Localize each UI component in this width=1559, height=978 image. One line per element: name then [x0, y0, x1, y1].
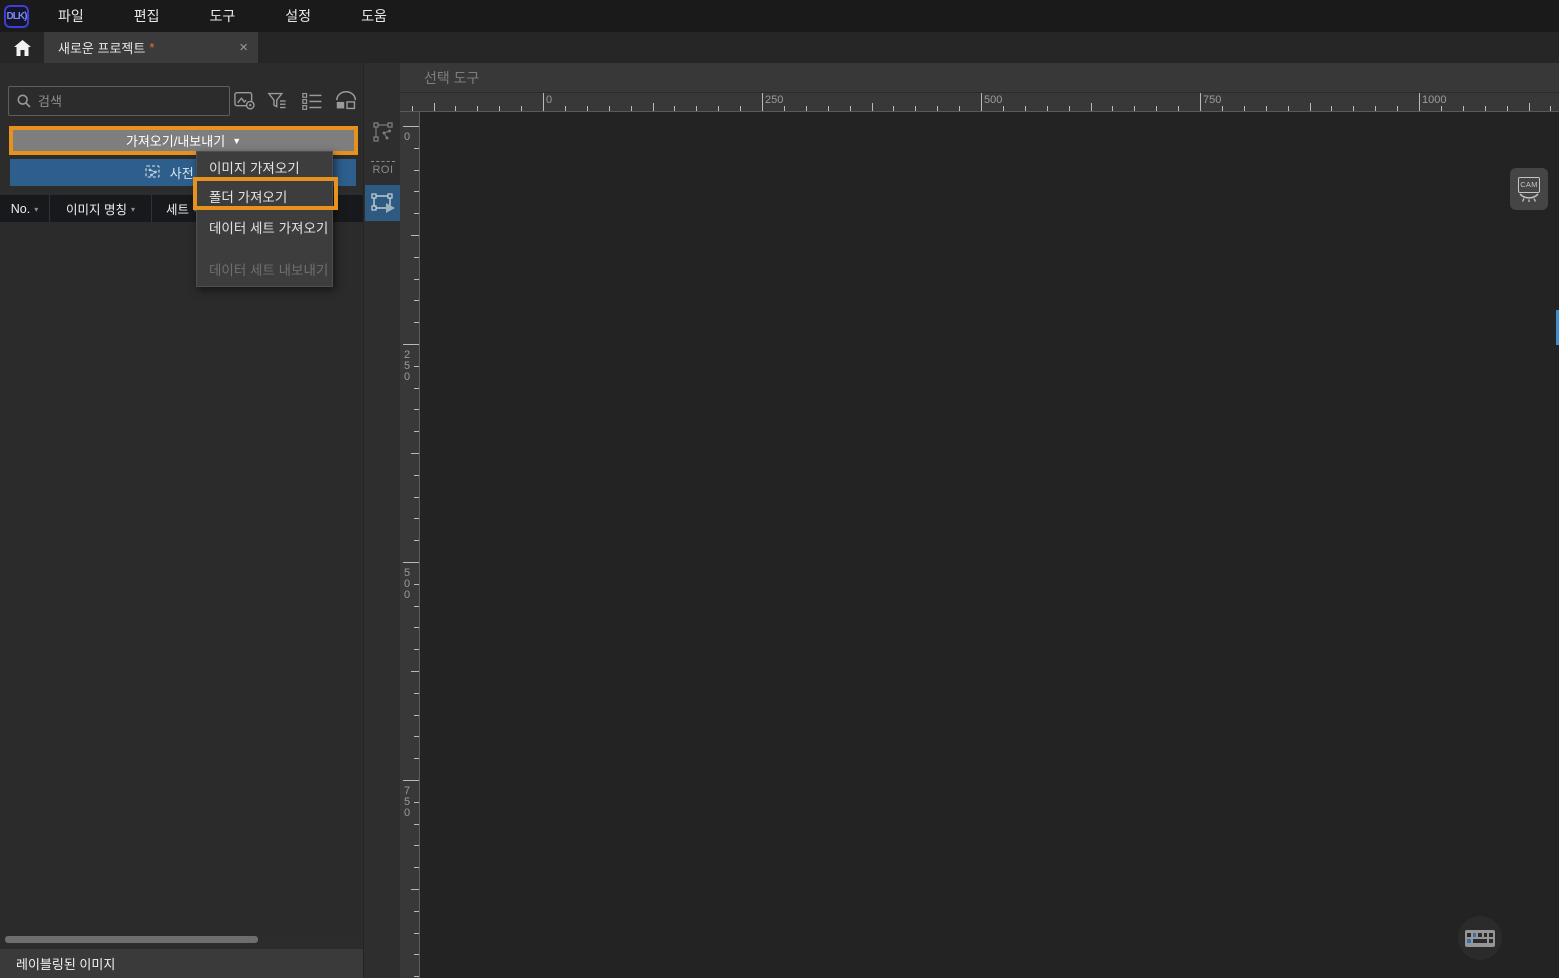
camera-hide-button[interactable]: CAM	[1510, 168, 1548, 210]
app-logo: DLK)	[4, 5, 29, 28]
menu-item-import-folder[interactable]: 폴더 가져오기	[197, 181, 332, 210]
labeled-images-footer: 레이블링된 이미지	[0, 949, 363, 978]
column-image-name-label: 이미지 명칭	[66, 199, 127, 218]
column-no-label: No.	[11, 202, 30, 216]
image-table-rows[interactable]	[0, 222, 363, 936]
roi-icon: ROI	[371, 161, 394, 176]
search-box[interactable]	[8, 86, 230, 116]
home-button[interactable]	[0, 32, 44, 63]
canvas-toolbar: 선택 도구	[400, 63, 1559, 93]
search-input[interactable]	[38, 94, 198, 109]
chevron-down-icon: ▼	[232, 136, 241, 146]
model-network-icon	[145, 165, 162, 180]
sort-caret-icon: ▾	[131, 205, 135, 214]
menu-edit[interactable]: 편집	[120, 0, 174, 32]
panel-toolbar	[234, 87, 358, 115]
canvas-tool-title: 선택 도구	[424, 68, 479, 88]
column-no[interactable]: No. ▾	[0, 195, 50, 222]
keyboard-icon	[1465, 930, 1495, 947]
column-set-label: 세트	[166, 199, 189, 218]
menu-tools[interactable]: 도구	[196, 0, 250, 32]
import-export-button[interactable]: 가져오기/내보내기 ▼	[13, 130, 354, 151]
tab-new-project[interactable]: 새로운 프로젝트 * ×	[44, 32, 258, 63]
labeling-canvas[interactable]	[420, 112, 1559, 978]
horizontal-ruler: 02505007501000	[400, 93, 1559, 112]
tab-bar: 새로운 프로젝트 * ×	[0, 32, 1559, 63]
tab-title: 새로운 프로젝트	[58, 38, 145, 57]
menu-settings[interactable]: 설정	[271, 0, 325, 32]
import-export-label: 가져오기/내보내기	[126, 131, 225, 150]
sort-caret-icon: ▾	[34, 205, 38, 214]
labeled-images-label: 레이블링된 이미지	[16, 954, 115, 973]
import-export-menu: 이미지 가져오기 폴더 가져오기 데이터 세트 가져오기 데이터 세트 내보내기	[196, 151, 333, 287]
smart-labeling-icon	[371, 120, 395, 144]
selection-tool-icon	[370, 191, 396, 215]
menu-help[interactable]: 도움	[347, 0, 401, 32]
filter-icon[interactable]	[267, 90, 289, 112]
selection-tool-button-active[interactable]	[365, 185, 401, 221]
tab-modified-mark: *	[149, 40, 154, 55]
shortcut-keyboard-button[interactable]	[1458, 916, 1502, 960]
menu-item-import-dataset[interactable]: 데이터 세트 가져오기	[197, 210, 332, 243]
image-settings-icon[interactable]	[234, 90, 256, 112]
home-icon	[13, 39, 32, 57]
camera-icon: CAM	[1518, 177, 1540, 193]
smart-labeling-tool-button[interactable]	[365, 113, 401, 151]
menu-item-export-dataset: 데이터 세트 내보내기	[197, 254, 332, 283]
menu-items: 파일 편집 도구 설정 도움	[44, 0, 401, 32]
search-icon	[17, 94, 31, 108]
menu-item-import-images[interactable]: 이미지 가져오기	[197, 152, 332, 181]
roi-tool-button[interactable]: ROI	[365, 151, 401, 185]
horizontal-scrollbar-thumb[interactable]	[5, 936, 258, 943]
vertical-ruler: 0250500750	[400, 112, 420, 978]
annotation-tool-strip: ROI	[363, 63, 400, 978]
view-toggle-icon[interactable]	[334, 90, 358, 112]
menu-file[interactable]: 파일	[44, 0, 98, 32]
list-view-icon[interactable]	[301, 90, 323, 112]
closed-eye-icon	[1518, 193, 1540, 202]
menu-bar: DLK) 파일 편집 도구 설정 도움	[0, 0, 1559, 32]
tab-close-icon[interactable]: ×	[239, 40, 248, 55]
column-image-name[interactable]: 이미지 명칭 ▾	[50, 195, 152, 222]
